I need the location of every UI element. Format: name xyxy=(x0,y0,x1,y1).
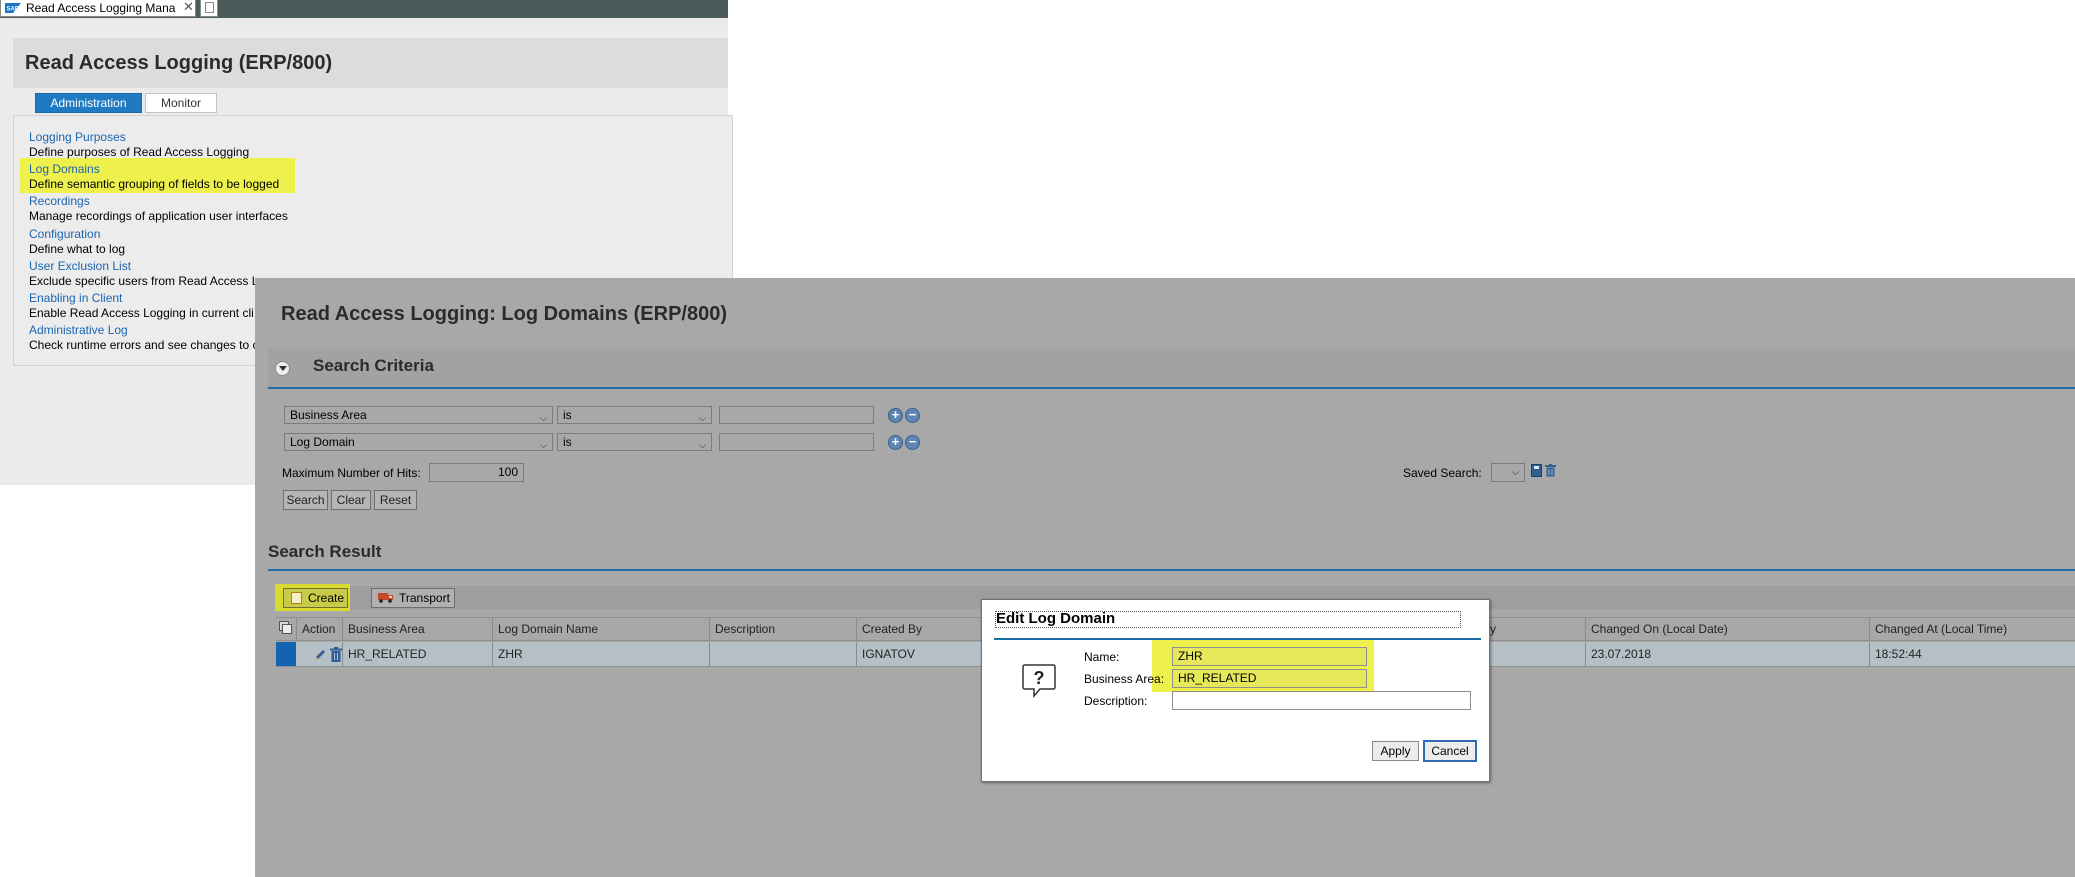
search-criteria-title: Search Criteria xyxy=(313,356,434,375)
link-enabling-in-client[interactable]: Enabling in Client xyxy=(29,291,122,305)
desc-logging-purposes: Define purposes of Read Access Logging xyxy=(29,145,250,159)
desc-configuration: Define what to log xyxy=(29,242,126,256)
apply-button[interactable]: Apply xyxy=(1372,741,1419,761)
create-button[interactable]: Create xyxy=(283,588,348,608)
add-criteria-icon[interactable]: + xyxy=(888,408,903,423)
business-area-field[interactable]: HR_RELATED xyxy=(1172,669,1367,688)
column-settings-icon[interactable] xyxy=(279,621,292,634)
remove-criteria-icon[interactable]: − xyxy=(905,435,920,450)
new-document-icon xyxy=(291,592,302,604)
edit-pencil-icon[interactable] xyxy=(313,648,327,662)
col-log-domain-name[interactable]: Log Domain Name xyxy=(492,618,709,640)
new-tab-icon xyxy=(205,2,214,13)
link-log-domains[interactable]: Log Domains xyxy=(29,162,100,176)
criteria-operator-select-1[interactable]: is ⌵ xyxy=(557,406,712,424)
col-changed-on[interactable]: Changed On (Local Date) xyxy=(1585,618,1869,640)
col-action[interactable]: Action xyxy=(296,618,342,640)
cell-business-area: HR_RELATED xyxy=(342,642,492,666)
chevron-down-icon: ⌵ xyxy=(699,413,706,423)
chevron-down-icon: ⌵ xyxy=(540,413,547,423)
criteria-operator-value: is xyxy=(563,408,572,422)
cell-changed-at: 18:52:44 xyxy=(1869,642,2075,666)
desc-log-domains: Define semantic grouping of fields to be… xyxy=(29,177,280,191)
browser-tab-title: Read Access Logging Mana xyxy=(26,1,176,15)
collapse-toggle-icon[interactable] xyxy=(275,361,290,376)
svg-text:SAP: SAP xyxy=(7,7,19,13)
create-label: Create xyxy=(308,591,345,605)
link-recordings[interactable]: Recordings xyxy=(29,194,90,208)
new-tab-button[interactable] xyxy=(200,0,218,17)
edit-log-domain-dialog: Edit Log Domain ? Name: Business Area: D… xyxy=(981,599,1490,782)
add-criteria-icon[interactable]: + xyxy=(888,435,903,450)
delete-search-icon[interactable] xyxy=(1545,464,1556,477)
admin-title-bar: Read Access Logging (ERP/800) xyxy=(13,38,728,88)
name-label: Name: xyxy=(1084,650,1120,664)
desc-administrative-log: Check runtime errors and see changes to … xyxy=(29,338,259,352)
criteria-operator-select-2[interactable]: is ⌵ xyxy=(557,433,712,451)
criteria-field-select-2[interactable]: Log Domain ⌵ xyxy=(284,433,553,451)
truck-icon xyxy=(378,593,393,603)
col-business-area[interactable]: Business Area xyxy=(342,618,492,640)
browser-tab-bar: SAP Read Access Logging Mana ✕ xyxy=(0,0,728,18)
max-hits-input[interactable]: 100 xyxy=(429,463,524,482)
close-icon[interactable]: ✕ xyxy=(183,0,194,15)
log-domains-window: Read Access Logging: Log Domains (ERP/80… xyxy=(255,278,2075,877)
link-logging-purposes[interactable]: Logging Purposes xyxy=(29,130,126,144)
divider xyxy=(268,569,2075,571)
question-speech-bubble-icon: ? xyxy=(1022,664,1056,699)
log-domains-title: Read Access Logging: Log Domains (ERP/80… xyxy=(281,303,728,325)
search-result-title: Search Result xyxy=(268,542,382,561)
criteria-field-value: Business Area xyxy=(290,408,367,422)
svg-text:?: ? xyxy=(1034,668,1045,688)
name-field[interactable]: ZHR xyxy=(1172,647,1367,666)
desc-enabling-in-client: Enable Read Access Logging in current cl… xyxy=(29,306,254,320)
description-field[interactable] xyxy=(1172,691,1471,710)
reset-button[interactable]: Reset xyxy=(374,490,417,510)
search-criteria-header xyxy=(268,349,2075,389)
link-configuration[interactable]: Configuration xyxy=(29,227,100,241)
chevron-down-icon: ⌵ xyxy=(540,440,547,450)
cell-changed-on: 23.07.2018 xyxy=(1585,642,1869,666)
dialog-title: Edit Log Domain xyxy=(995,611,1461,628)
tab-administration[interactable]: Administration xyxy=(35,93,142,113)
row-selector[interactable] xyxy=(276,642,296,666)
tab-monitor[interactable]: Monitor xyxy=(145,93,217,113)
description-label: Description: xyxy=(1084,694,1148,708)
save-search-icon[interactable] xyxy=(1531,464,1542,477)
transport-label: Transport xyxy=(399,591,450,605)
col-description[interactable]: Description xyxy=(709,618,856,640)
search-button[interactable]: Search xyxy=(283,490,328,510)
delete-icon[interactable] xyxy=(330,647,342,662)
remove-criteria-icon[interactable]: − xyxy=(905,408,920,423)
criteria-operator-value: is xyxy=(563,435,572,449)
saved-search-select[interactable]: ⌵ xyxy=(1491,463,1525,482)
cell-description xyxy=(709,642,856,666)
transport-button[interactable]: Transport xyxy=(371,588,455,608)
link-user-exclusion-list[interactable]: User Exclusion List xyxy=(29,259,131,273)
saved-search-label: Saved Search: xyxy=(1403,466,1482,480)
page-title: Read Access Logging (ERP/800) xyxy=(25,52,333,74)
cell-log-domain: ZHR xyxy=(492,642,709,666)
sap-logo-icon: SAP xyxy=(5,3,21,13)
criteria-value-input-1[interactable] xyxy=(719,406,874,424)
criteria-value-input-2[interactable] xyxy=(719,433,874,451)
criteria-field-select-1[interactable]: Business Area ⌵ xyxy=(284,406,553,424)
clear-button[interactable]: Clear xyxy=(331,490,371,510)
browser-tab[interactable]: SAP Read Access Logging Mana ✕ xyxy=(0,0,196,17)
business-area-label: Business Area: xyxy=(1084,672,1165,686)
col-changed-at[interactable]: Changed At (Local Time) xyxy=(1869,618,2075,640)
max-hits-label: Maximum Number of Hits: xyxy=(282,466,421,480)
desc-recordings: Manage recordings of application user in… xyxy=(29,209,288,223)
desc-user-exclusion-list: Exclude specific users from Read Access … xyxy=(29,274,259,288)
criteria-field-value: Log Domain xyxy=(290,435,355,449)
cancel-button[interactable]: Cancel xyxy=(1423,740,1477,762)
chevron-down-icon: ⌵ xyxy=(1512,467,1519,477)
link-administrative-log[interactable]: Administrative Log xyxy=(29,323,128,337)
chevron-down-icon: ⌵ xyxy=(699,440,706,450)
